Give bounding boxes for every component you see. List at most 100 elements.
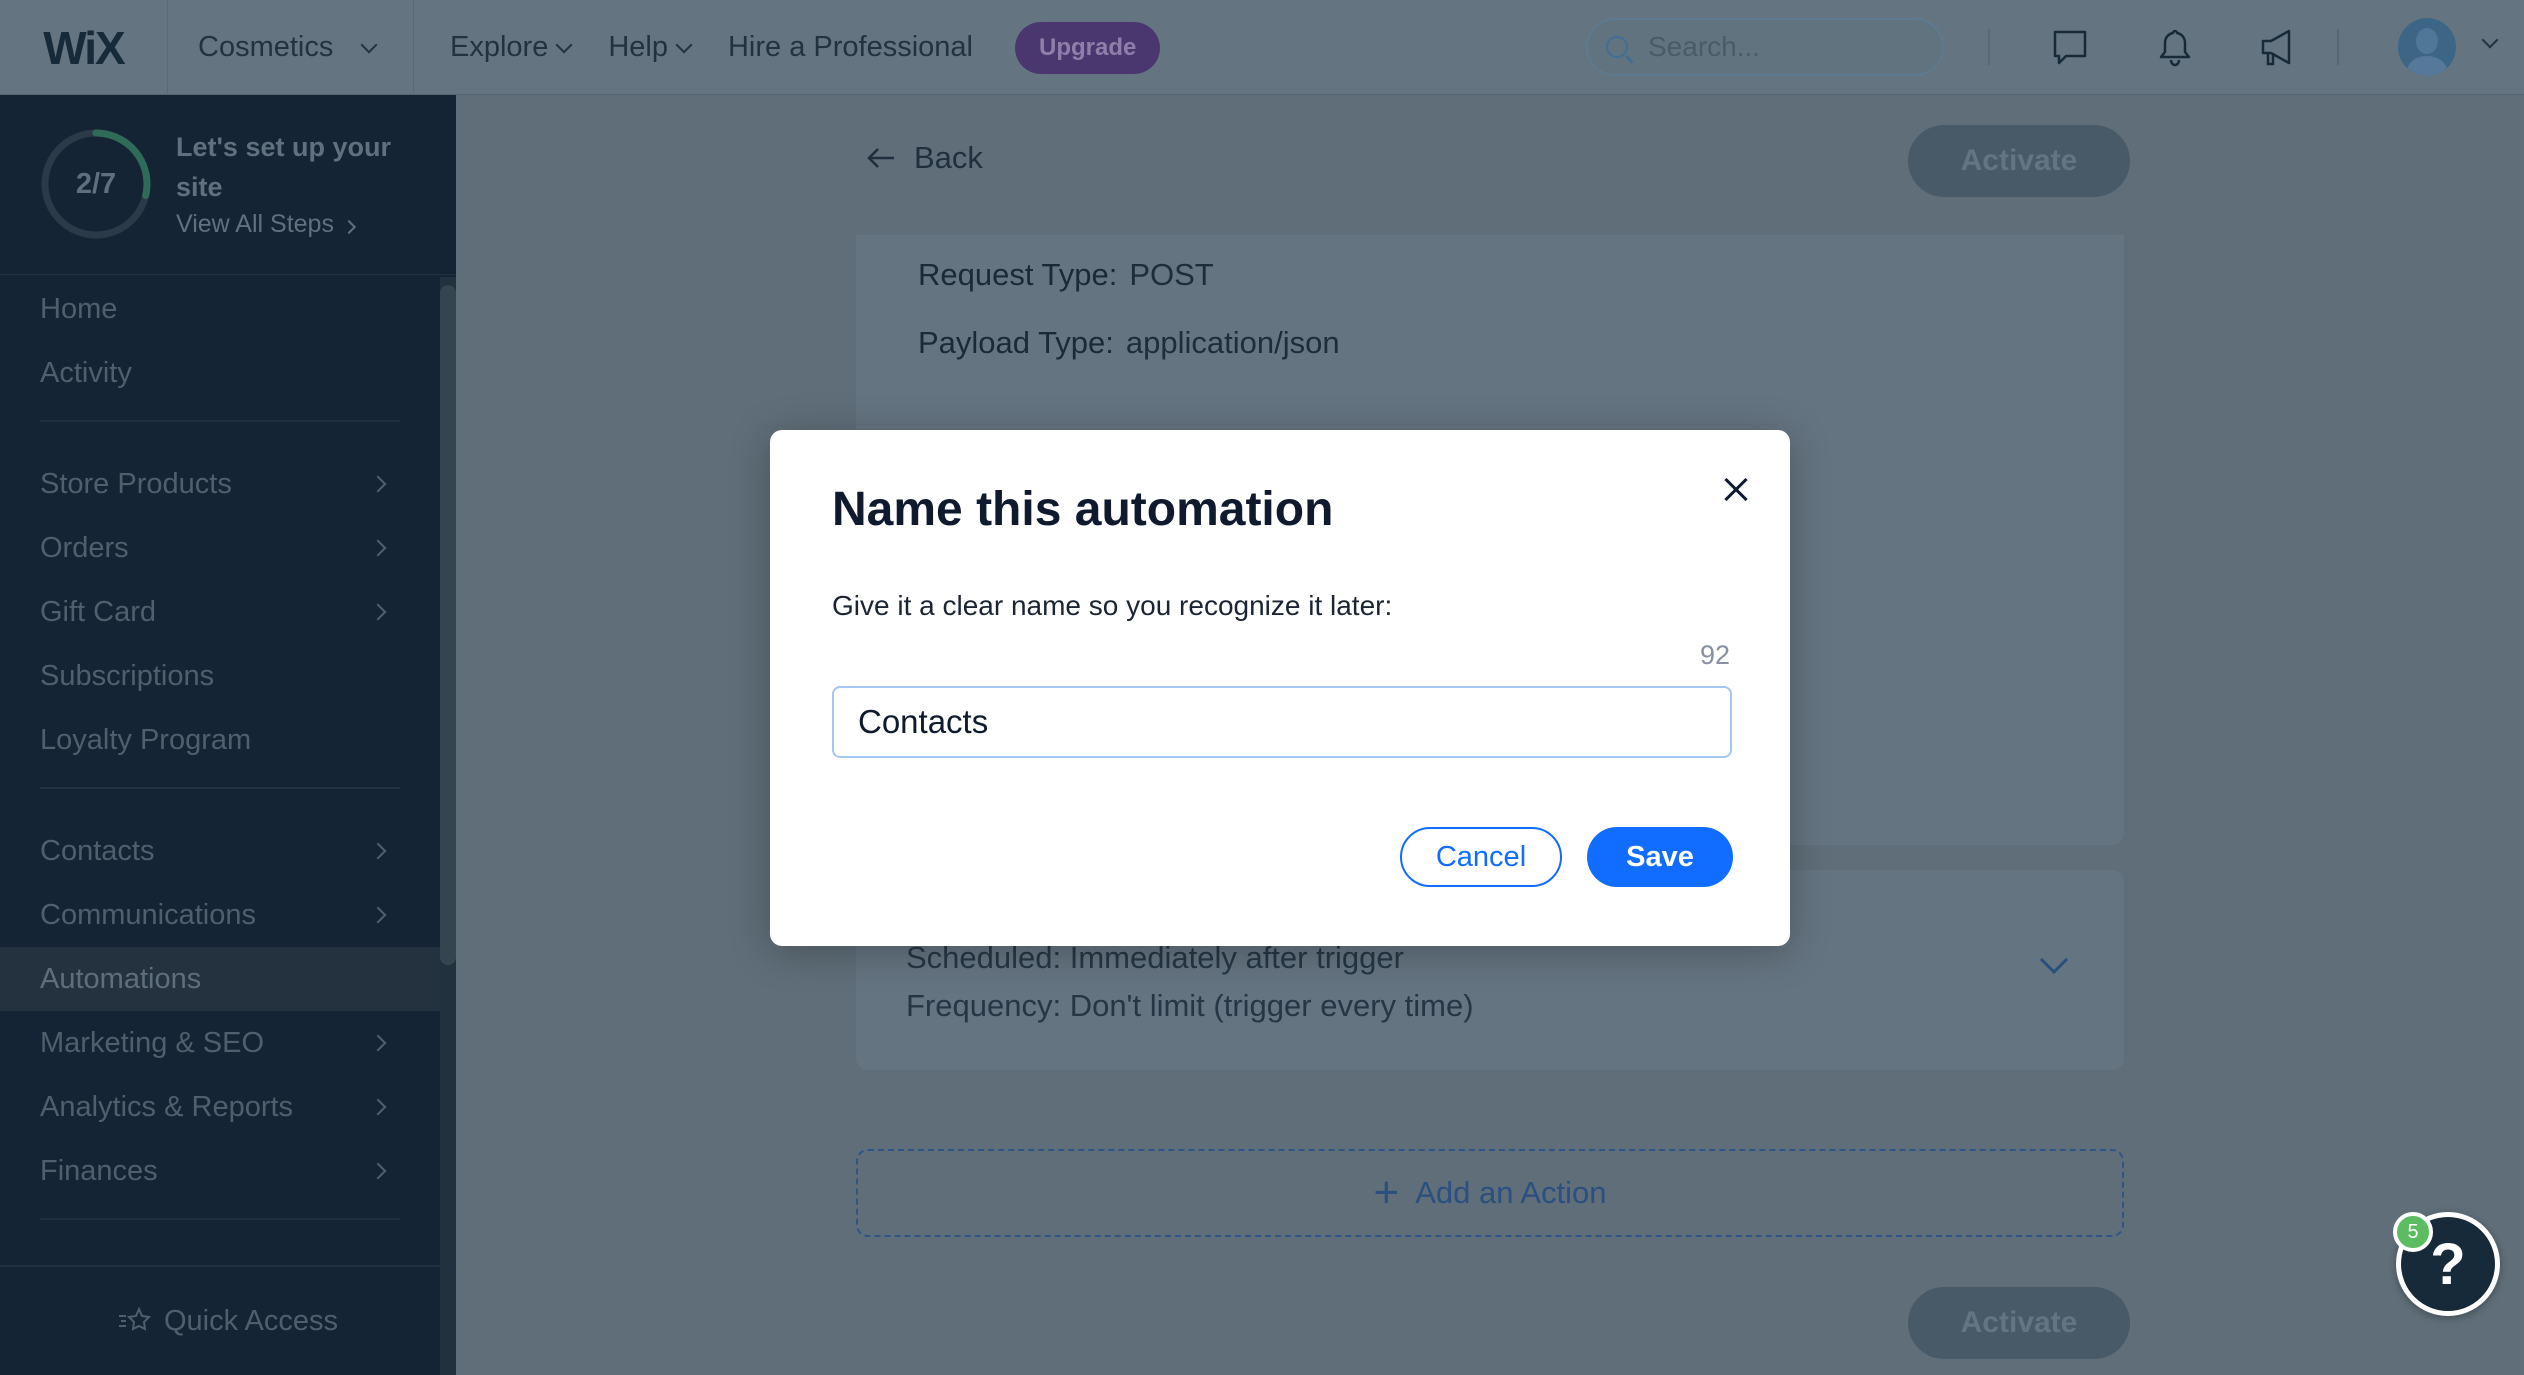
search-input[interactable]: [1648, 31, 1928, 63]
payload-type: Payload Type: application/json: [918, 325, 1340, 361]
site-selector[interactable]: Cosmetics: [168, 0, 414, 95]
payload-type-value: application/json: [1125, 325, 1340, 360]
search-icon: [1606, 36, 1628, 58]
wix-logo[interactable]: WiX: [0, 0, 168, 95]
bell-icon[interactable]: [2155, 28, 2195, 68]
divider: [2337, 29, 2339, 65]
sidebar-item-marketing-seo[interactable]: Marketing & SEO: [0, 1011, 440, 1075]
sidebar-item-label: Automations: [40, 962, 202, 995]
sidebar-item-orders[interactable]: Orders: [0, 516, 440, 580]
back-button[interactable]: Back: [866, 140, 983, 176]
upgrade-button[interactable]: Upgrade: [1014, 21, 1161, 74]
sidebar-scrollbar[interactable]: [440, 285, 456, 965]
sidebar-item-label: Home: [40, 292, 118, 325]
sidebar-item-label: Contacts: [40, 834, 155, 867]
notification-badge: 5: [2393, 1212, 2433, 1252]
sidebar-item-label: Communications: [40, 898, 256, 931]
chevron-right-icon: [369, 1098, 387, 1116]
sidebar-nav: Home Activity Store Products Orders Gift Car…: [0, 277, 440, 1250]
plus-icon: +: [1373, 1168, 1400, 1217]
sidebar-item-communications[interactable]: Communications: [0, 883, 440, 947]
nav-explore-label: Explore: [450, 31, 549, 63]
sidebar-item-label: Orders: [40, 531, 129, 564]
star-icon: [118, 1306, 152, 1331]
arrow-left-icon: [867, 148, 894, 168]
chevron-down-icon[interactable]: [2039, 945, 2069, 975]
payload-type-label: Payload Type:: [918, 325, 1114, 360]
sidebar-item-home[interactable]: Home: [0, 277, 440, 341]
chevron-right-icon: [369, 906, 387, 924]
dialog-description: Give it a clear name so you recognize it…: [832, 590, 1393, 621]
sidebar-item-store-products[interactable]: Store Products: [0, 452, 440, 516]
dialog-title: Name this automation: [832, 483, 1334, 536]
nav-explore[interactable]: Explore: [450, 31, 573, 64]
sidebar-divider: [40, 787, 400, 789]
activate-button-bottom[interactable]: Activate: [1908, 1287, 2130, 1359]
sidebar-item-subscriptions[interactable]: Subscriptions: [0, 644, 440, 708]
nav-hire-label: Hire a Professional: [727, 31, 973, 63]
sidebar-item-gift-card[interactable]: Gift Card: [0, 580, 440, 644]
sidebar-item-analytics-reports[interactable]: Analytics & Reports: [0, 1075, 440, 1139]
nav-hire-professional[interactable]: Hire a Professional: [728, 31, 973, 64]
site-name: Cosmetics: [198, 31, 334, 63]
view-all-steps-link[interactable]: View All Steps: [176, 210, 357, 239]
sidebar-item-label: Finances: [40, 1154, 158, 1187]
frequency-text: Frequency: Don't limit (trigger every ti…: [906, 988, 1474, 1023]
close-icon[interactable]: [1716, 470, 1756, 510]
sidebar-item-automations[interactable]: Automations: [0, 947, 440, 1011]
avatar[interactable]: [2398, 18, 2456, 76]
search-box[interactable]: [1586, 18, 1944, 76]
chevron-right-icon: [369, 1162, 387, 1180]
nav-help[interactable]: Help: [608, 31, 693, 64]
chevron-down-icon[interactable]: [2481, 31, 2499, 49]
divider: [1988, 29, 1990, 65]
name-automation-dialog: Name this automation Give it a clear nam…: [770, 430, 1790, 946]
megaphone-icon[interactable]: [2257, 28, 2297, 68]
top-nav: Explore Help Hire a Professional Upgrade: [450, 0, 1161, 95]
sidebar-divider: [40, 420, 400, 422]
chevron-right-icon: [341, 219, 357, 235]
chevron-right-icon: [369, 842, 387, 860]
sidebar-item-label: Store Products: [40, 467, 232, 500]
chevron-right-icon: [369, 1034, 387, 1052]
sidebar-item-label: Marketing & SEO: [40, 1026, 265, 1059]
sidebar-item-label: Subscriptions: [40, 659, 215, 692]
sidebar-item-loyalty-program[interactable]: Loyalty Program: [0, 708, 440, 772]
add-action-button[interactable]: + Add an Action: [856, 1149, 2124, 1237]
chat-icon[interactable]: [2050, 28, 2090, 68]
request-type-label: Request Type:: [918, 257, 1118, 292]
back-label: Back: [914, 140, 983, 175]
sidebar-item-contacts[interactable]: Contacts: [0, 819, 440, 883]
progress-ring: 2/7: [40, 128, 152, 240]
activate-button-top[interactable]: Activate: [1908, 125, 2130, 197]
sidebar-item-label: Activity: [40, 356, 132, 389]
chevron-right-icon: [369, 475, 387, 493]
chevron-right-icon: [369, 603, 387, 621]
chevron-down-icon: [675, 36, 693, 53]
request-type-value: POST: [1129, 257, 1214, 292]
character-counter: 92: [1699, 640, 1730, 670]
sidebar-item-finances[interactable]: Finances: [0, 1139, 440, 1203]
automation-name-input[interactable]: [832, 686, 1732, 758]
cancel-button[interactable]: Cancel: [1400, 827, 1562, 887]
quick-access-label: Quick Access: [163, 1304, 339, 1337]
request-type: Request Type: POST: [918, 257, 1214, 293]
top-bar: WiX Cosmetics Explore Help Hire a Profes…: [0, 0, 2524, 95]
sidebar-item-label: Loyalty Program: [40, 723, 252, 756]
sidebar-item-activity[interactable]: Activity: [0, 341, 440, 405]
progress-text: 2/7: [75, 167, 117, 200]
nav-help-label: Help: [608, 31, 668, 63]
chevron-down-icon: [555, 36, 573, 53]
sidebar-item-label: Analytics & Reports: [40, 1090, 294, 1123]
sidebar-item-label: Gift Card: [40, 595, 157, 628]
sidebar: 2/7 Let's set up your site View All Step…: [0, 95, 456, 1375]
setup-progress-panel: 2/7 Let's set up your site View All Step…: [0, 95, 456, 275]
chevron-down-icon: [360, 36, 378, 53]
view-all-steps-label: View All Steps: [176, 210, 334, 238]
save-button[interactable]: Save: [1587, 827, 1733, 887]
add-action-label: Add an Action: [1415, 1175, 1607, 1210]
quick-access-button[interactable]: Quick Access: [0, 1265, 456, 1375]
sidebar-divider: [40, 1218, 400, 1220]
setup-title: Let's set up your site: [176, 132, 391, 202]
chevron-right-icon: [369, 539, 387, 557]
